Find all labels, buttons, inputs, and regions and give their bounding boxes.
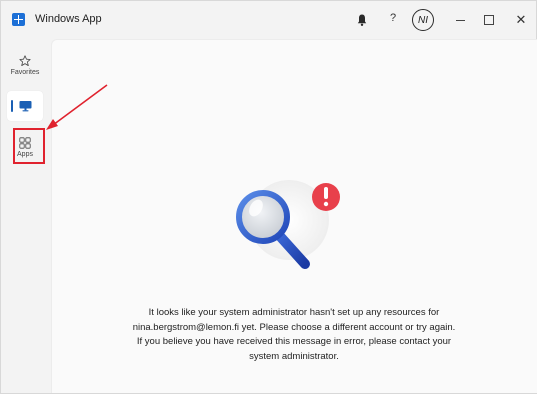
magnifier-with-alert-icon — [236, 180, 340, 269]
sidebar-item-devices[interactable] — [7, 91, 43, 121]
notification-bell-icon[interactable] — [356, 13, 368, 27]
annotation-highlight-box — [13, 128, 45, 164]
sidebar: Favorites Apps — [1, 39, 49, 393]
message-line: nina.bergstrom@lemon.fi yet. Please choo… — [132, 321, 456, 333]
message-line: system administrator. — [249, 350, 339, 362]
monitor-icon — [19, 101, 31, 112]
maximize-icon — [484, 15, 494, 25]
windows-app-logo-icon — [12, 13, 25, 26]
minimize-button[interactable] — [450, 10, 470, 30]
empty-state-message: It looks like your system administrator … — [121, 306, 467, 364]
app-window: Windows App ? NI ✕ Favorites Apps It loo… — [0, 0, 537, 394]
message-line: If you believe you have received this me… — [136, 336, 452, 347]
user-avatar-button[interactable]: NI — [412, 9, 434, 31]
close-button[interactable]: ✕ — [511, 10, 531, 30]
title-bar: Windows App ? NI ✕ — [1, 1, 536, 39]
sidebar-item-label: Favorites — [10, 69, 40, 76]
help-button[interactable]: ? — [388, 12, 398, 24]
app-title: Windows App — [35, 13, 102, 25]
sidebar-item-favorites[interactable]: Favorites — [7, 55, 43, 85]
star-icon — [19, 55, 31, 66]
minimize-icon — [455, 19, 465, 21]
maximize-button[interactable] — [479, 10, 499, 30]
message-line: It looks like your system administrator … — [148, 307, 440, 318]
active-indicator — [11, 100, 13, 112]
